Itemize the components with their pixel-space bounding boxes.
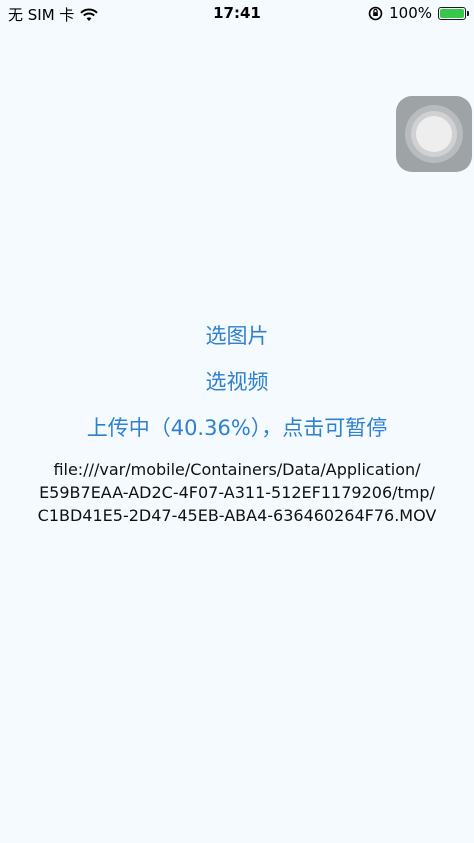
file-path-line: C1BD41E5-2D47-45EB-ABA4-636460264F76.MOV bbox=[37, 506, 437, 525]
upload-pause-button[interactable]: 上传中（40.36%），点击可暂停 bbox=[0, 412, 474, 442]
file-path-line: file:///var/mobile/Containers/Data/Appli… bbox=[53, 460, 421, 479]
battery-percent: 100% bbox=[389, 4, 432, 22]
file-path-line: E59B7EAA-AD2C-4F07-A311-512EF1179206/tmp… bbox=[39, 483, 435, 502]
file-path-text: file:///var/mobile/Containers/Data/Appli… bbox=[0, 458, 474, 527]
battery-icon bbox=[438, 6, 469, 20]
battery-fill bbox=[440, 8, 464, 18]
assistive-touch-button[interactable] bbox=[396, 96, 472, 172]
lock-rotation-icon bbox=[368, 6, 383, 21]
status-right: 100% bbox=[368, 4, 469, 22]
assistive-touch-icon bbox=[405, 105, 463, 163]
select-image-button[interactable]: 选图片 bbox=[0, 320, 474, 350]
select-video-button[interactable]: 选视频 bbox=[0, 366, 474, 396]
status-bar: 无 SIM 卡 17:41 100% bbox=[0, 0, 474, 26]
